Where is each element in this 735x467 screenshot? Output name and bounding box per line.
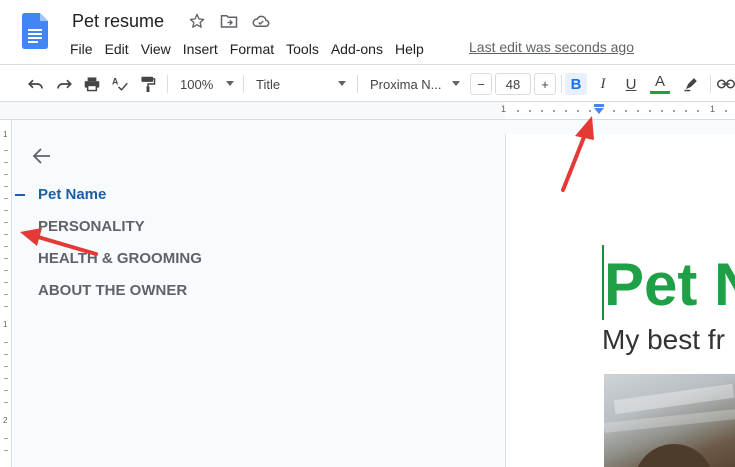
vruler-label-3: 2 xyxy=(3,416,8,425)
increase-font-size-button[interactable]: + xyxy=(534,73,556,95)
outline-item-pet-name[interactable]: Pet Name xyxy=(38,186,106,203)
document-canvas: Pet N My best fr xyxy=(505,120,735,467)
cloud-saved-icon[interactable] xyxy=(252,12,270,30)
menu-edit[interactable]: Edit xyxy=(99,39,135,59)
decrease-font-size-button[interactable]: − xyxy=(470,73,492,95)
text-color-button[interactable]: A xyxy=(649,73,671,95)
undo-icon[interactable] xyxy=(26,73,46,95)
title-bar: Pet resume File Edit View Insert Format … xyxy=(0,0,735,64)
close-outline-arrow-icon[interactable] xyxy=(32,147,52,165)
svg-text:A: A xyxy=(112,77,119,87)
style-value: Title xyxy=(256,76,281,92)
font-select[interactable]: Proxima N... xyxy=(366,73,462,95)
menu-view[interactable]: View xyxy=(135,39,177,59)
underline-button[interactable]: U xyxy=(621,73,641,95)
document-heading[interactable]: Pet N xyxy=(604,250,735,319)
menu-addons[interactable]: Add-ons xyxy=(325,39,389,59)
indent-marker-icon[interactable] xyxy=(593,104,605,114)
text-color-swatch xyxy=(650,90,670,94)
star-icon[interactable] xyxy=(188,12,206,30)
vruler-label-2: 1 xyxy=(3,320,8,329)
document-outline-panel: Pet Name PERSONALITY HEALTH & GROOMING A… xyxy=(13,120,505,467)
document-title[interactable]: Pet resume xyxy=(72,11,164,32)
redo-icon[interactable] xyxy=(54,73,74,95)
zoom-select[interactable]: 100% xyxy=(176,73,236,95)
toolbar: A 100% Title Proxima N... − 48 + B I U A xyxy=(0,64,735,102)
italic-button[interactable]: I xyxy=(593,73,613,95)
paint-format-icon[interactable] xyxy=(138,73,158,95)
font-value: Proxima N... xyxy=(370,76,442,92)
last-edit-link[interactable]: Last edit was seconds ago xyxy=(469,39,634,55)
docs-logo-icon[interactable] xyxy=(22,13,48,49)
menu-tools[interactable]: Tools xyxy=(280,39,325,59)
highlight-icon[interactable] xyxy=(681,73,701,95)
menu-format[interactable]: Format xyxy=(224,39,280,59)
spellcheck-icon[interactable]: A xyxy=(110,73,130,95)
menu-help[interactable]: Help xyxy=(389,39,430,59)
document-subtitle[interactable]: My best fr xyxy=(602,324,725,356)
menu-insert[interactable]: Insert xyxy=(177,39,224,59)
horizontal-ruler[interactable]: 1 1 xyxy=(0,102,735,120)
vertical-ruler[interactable]: 1 1 2 xyxy=(0,120,12,467)
document-page[interactable]: Pet N My best fr xyxy=(505,134,735,467)
pet-photo[interactable] xyxy=(604,374,735,467)
menu-file[interactable]: File xyxy=(64,39,99,59)
outline-item-personality[interactable]: PERSONALITY xyxy=(38,218,145,235)
print-icon[interactable] xyxy=(82,73,102,95)
outline-item-about-owner[interactable]: ABOUT THE OWNER xyxy=(38,282,187,299)
insert-link-icon[interactable] xyxy=(717,73,735,95)
outline-item-health-grooming[interactable]: HEALTH & GROOMING xyxy=(38,250,202,267)
style-select[interactable]: Title xyxy=(252,73,348,95)
text-color-label: A xyxy=(654,72,665,90)
active-heading-indicator xyxy=(15,194,25,196)
ruler-label-2: 1 xyxy=(710,104,716,114)
move-folder-icon[interactable] xyxy=(220,12,238,30)
font-size-input[interactable]: 48 xyxy=(495,73,531,95)
ruler-label-1: 1 xyxy=(501,104,507,114)
bold-button[interactable]: B xyxy=(565,73,587,95)
zoom-value: 100% xyxy=(180,76,214,92)
menu-bar: File Edit View Insert Format Tools Add-o… xyxy=(64,39,430,59)
vruler-label-1: 1 xyxy=(3,130,8,139)
